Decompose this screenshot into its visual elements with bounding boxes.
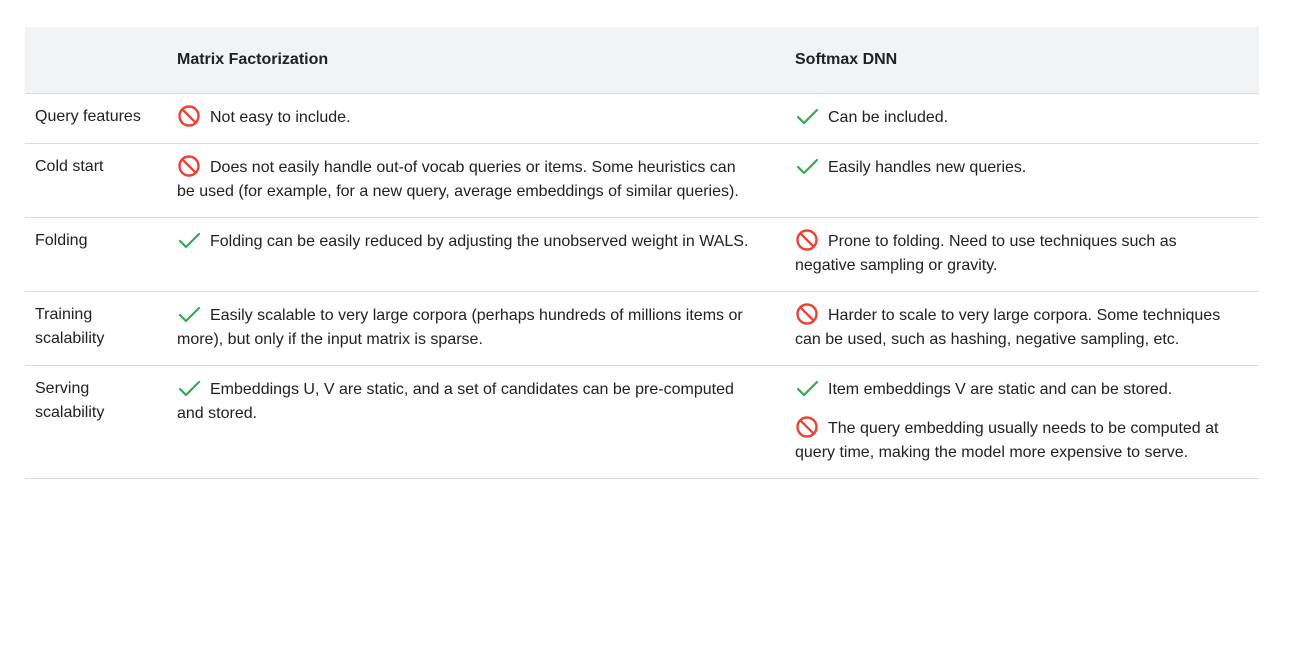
cell-text: Easily handles new queries.: [828, 159, 1027, 176]
cell-text: The query embedding usually needs to be …: [795, 420, 1219, 461]
header-row: Matrix Factorization Softmax DNN: [25, 27, 1259, 94]
cell-entry: Easily scalable to very large corpora (p…: [177, 303, 750, 352]
cell-entry: Folding can be easily reduced by adjusti…: [177, 229, 750, 254]
dnn-cell: Item embeddings V are static and can be …: [770, 365, 1259, 479]
cell-entry: Item embeddings V are static and can be …: [795, 377, 1239, 402]
dnn-cell: Harder to scale to very large corpora. S…: [770, 291, 1259, 366]
prohibited-icon: [795, 303, 819, 325]
cell-text: Harder to scale to very large corpora. S…: [795, 307, 1221, 348]
cell-entry: Harder to scale to very large corpora. S…: [795, 303, 1239, 352]
header-cell-blank: [25, 27, 152, 94]
cell-entry: Easily handles new queries.: [795, 155, 1239, 180]
dnn-cell: Prone to folding. Need to use techniques…: [770, 217, 1259, 292]
header-cell-matrix-factorization: Matrix Factorization: [152, 27, 770, 94]
check-icon: [177, 303, 201, 325]
cell-text: Folding can be easily reduced by adjusti…: [210, 233, 749, 250]
mf-cell: Embeddings U, V are static, and a set of…: [152, 365, 770, 479]
cell-entry: Embeddings U, V are static, and a set of…: [177, 377, 750, 426]
mf-cell: Folding can be easily reduced by adjusti…: [152, 217, 770, 292]
row-label: Query features: [25, 93, 152, 144]
dnn-cell: Easily handles new queries.: [770, 143, 1259, 218]
table-row: Training scalability Easily scalable to …: [25, 291, 1259, 366]
cell-text: Item embeddings V are static and can be …: [828, 381, 1173, 398]
cell-text: Easily scalable to very large corpora (p…: [177, 307, 743, 348]
row-label: Training scalability: [25, 291, 152, 366]
check-icon: [177, 377, 201, 399]
mf-cell: Not easy to include.: [152, 93, 770, 144]
cell-entry: Can be included.: [795, 105, 1239, 130]
cell-text: Not easy to include.: [210, 109, 351, 126]
prohibited-icon: [795, 229, 819, 251]
check-icon: [795, 377, 819, 399]
prohibited-icon: [177, 105, 201, 127]
dnn-cell: Can be included.: [770, 93, 1259, 144]
table-row: Query features Not easy to include. Can …: [25, 93, 1259, 144]
cell-text: Can be included.: [828, 109, 949, 126]
comparison-table: Matrix Factorization Softmax DNN Query f…: [25, 27, 1259, 479]
row-label: Serving scalability: [25, 365, 152, 479]
table-row: Folding Folding can be easily reduced by…: [25, 217, 1259, 292]
check-icon: [795, 155, 819, 177]
header-cell-softmax-dnn: Softmax DNN: [770, 27, 1259, 94]
check-icon: [795, 105, 819, 127]
cell-text: Embeddings U, V are static, and a set of…: [177, 381, 734, 422]
mf-cell: Easily scalable to very large corpora (p…: [152, 291, 770, 366]
cell-entry: Prone to folding. Need to use techniques…: [795, 229, 1239, 278]
check-icon: [177, 229, 201, 251]
row-label: Cold start: [25, 143, 152, 218]
table-row: Cold start Does not easily handle out-of…: [25, 143, 1259, 218]
prohibited-icon: [177, 155, 201, 177]
cell-text: Does not easily handle out-of vocab quer…: [177, 159, 739, 200]
cell-text: Prone to folding. Need to use techniques…: [795, 233, 1177, 274]
mf-cell: Does not easily handle out-of vocab quer…: [152, 143, 770, 218]
cell-entry: Does not easily handle out-of vocab quer…: [177, 155, 750, 204]
prohibited-icon: [795, 416, 819, 438]
cell-entry: Not easy to include.: [177, 105, 750, 130]
table-header: Matrix Factorization Softmax DNN: [25, 27, 1259, 94]
table-row: Serving scalability Embeddings U, V are …: [25, 365, 1259, 479]
table-body: Query features Not easy to include. Can …: [25, 93, 1259, 479]
cell-entry: The query embedding usually needs to be …: [795, 416, 1239, 465]
row-label: Folding: [25, 217, 152, 292]
